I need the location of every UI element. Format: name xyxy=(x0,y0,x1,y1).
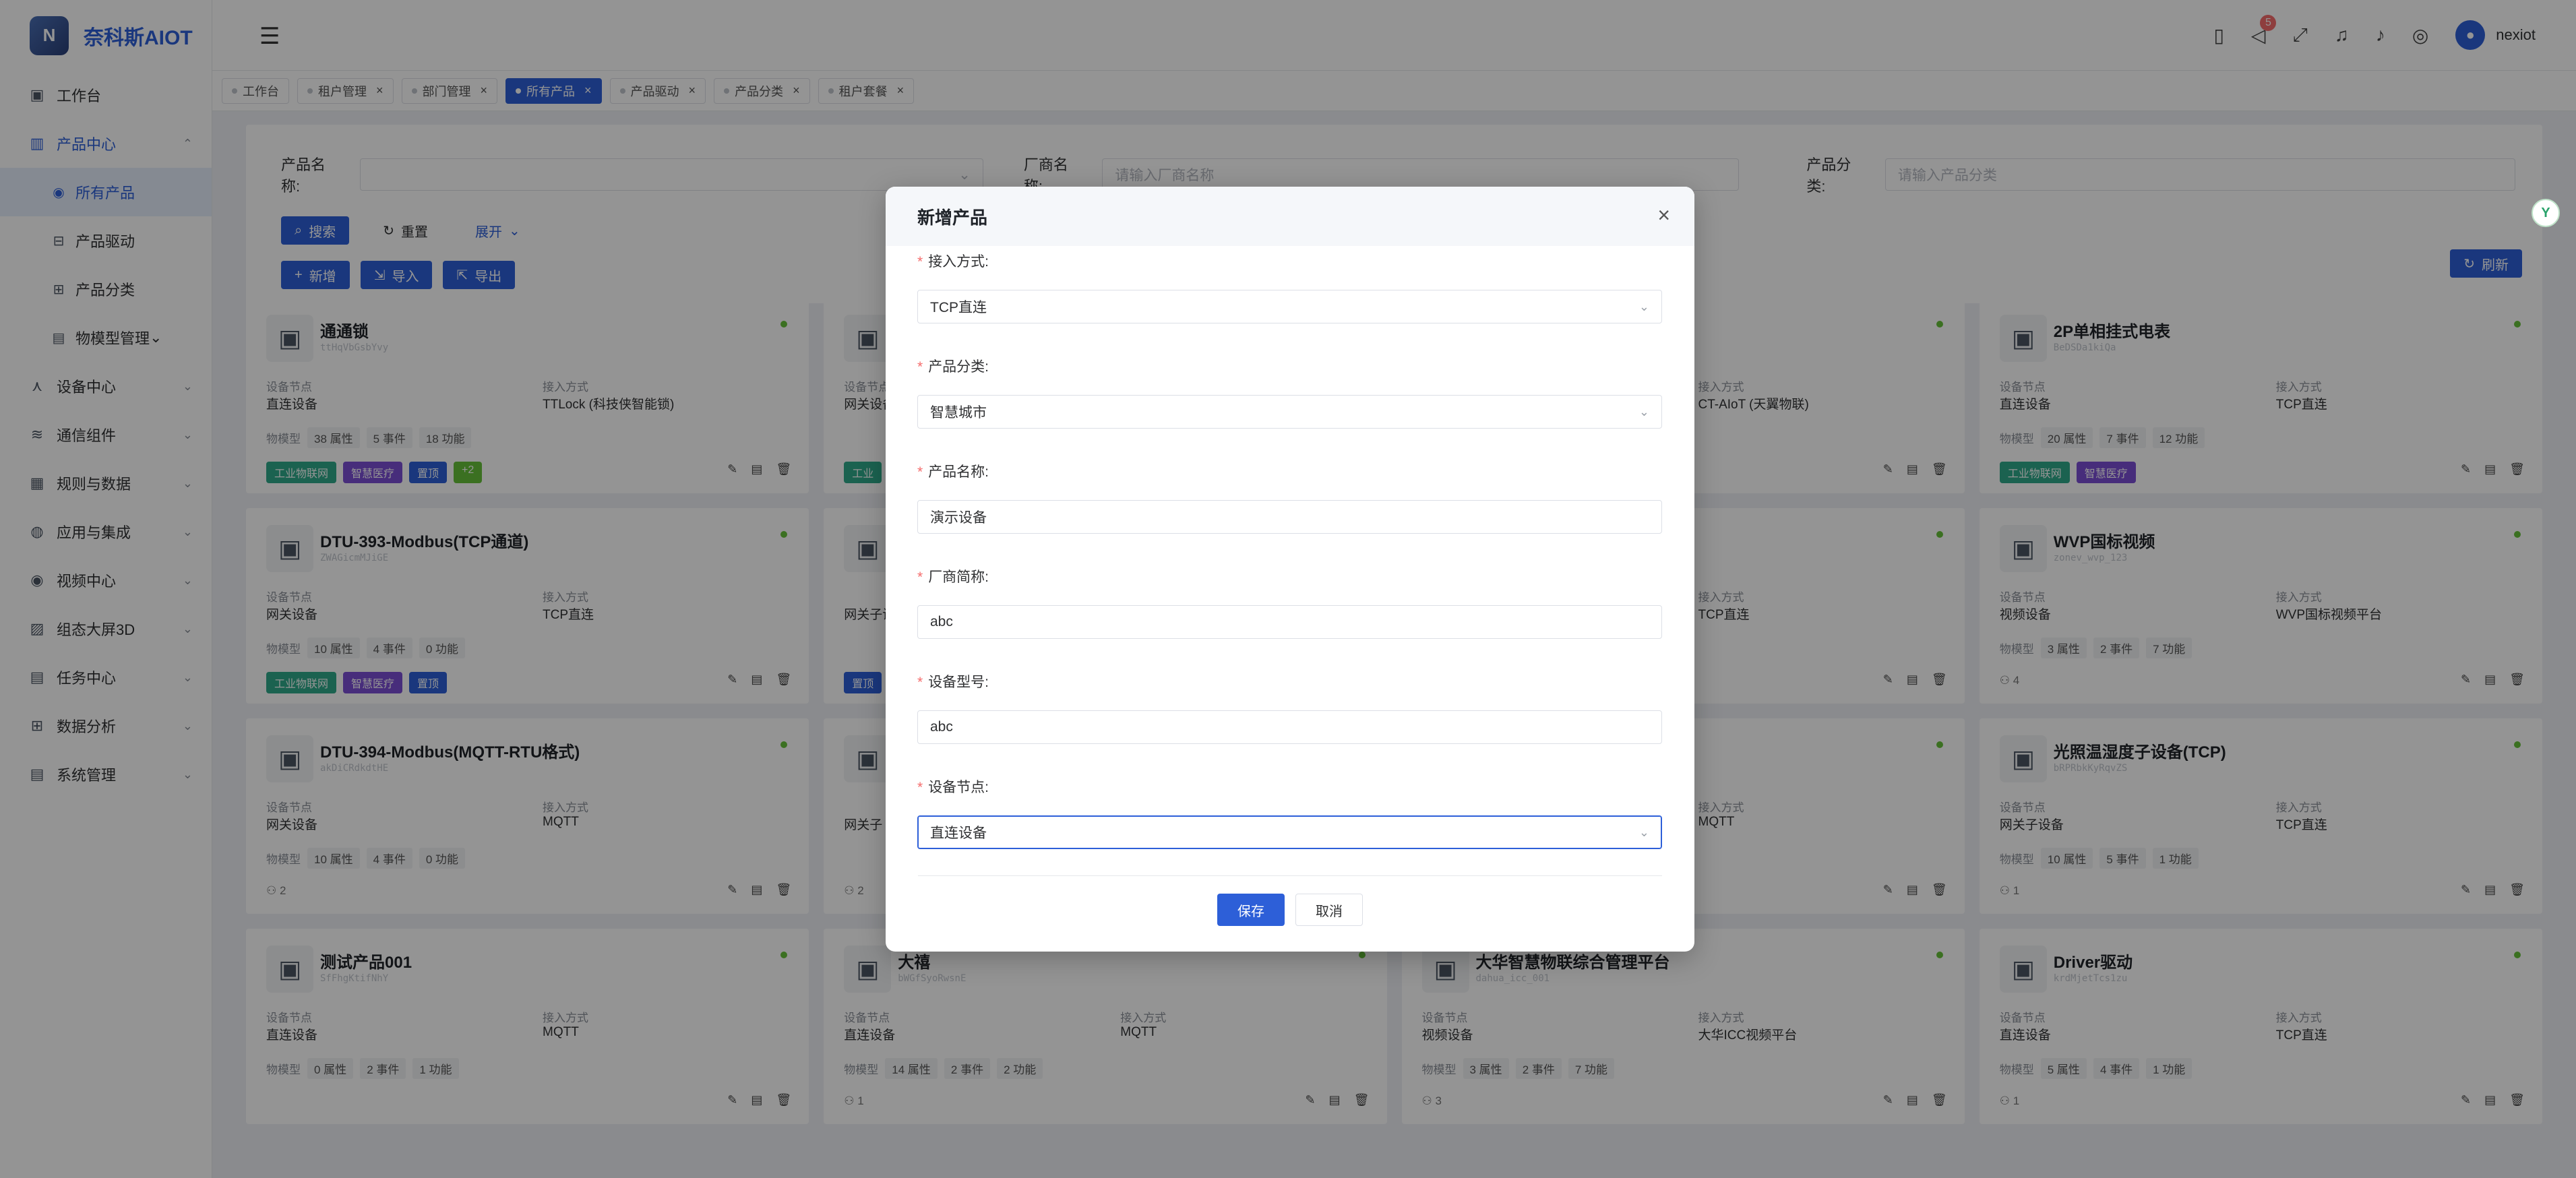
assistant-float-icon[interactable]: Y xyxy=(2532,199,2560,227)
form-item-5: * 设备节点: 直连设备 ⌄ xyxy=(917,775,1662,880)
field-label-text: 产品分类: xyxy=(928,359,989,375)
field-label: * 接入方式: xyxy=(917,251,989,271)
form-item-0: * 接入方式: TCP直连 ⌄ xyxy=(917,249,1662,354)
field-value: 直连设备 xyxy=(930,826,987,841)
dialog-divider xyxy=(918,875,1662,876)
save-button[interactable]: 保存 xyxy=(1217,894,1285,926)
form-item-3: * 厂商简称: abc xyxy=(917,565,1662,670)
chevron-down-icon: ⌄ xyxy=(1638,404,1649,418)
field-label: * 厂商简称: xyxy=(917,566,989,586)
field-label: * 产品分类: xyxy=(917,356,989,376)
required-asterisk: * xyxy=(917,464,923,480)
form-item-1: * 产品分类: 智慧城市 ⌄ xyxy=(917,354,1662,460)
form-item-2: * 产品名称: 演示设备 xyxy=(917,460,1662,565)
field-label-text: 设备型号: xyxy=(928,675,989,690)
form-select[interactable]: TCP直连 ⌄ xyxy=(917,290,1662,323)
field-value: abc xyxy=(930,719,953,735)
cancel-button[interactable]: 取消 xyxy=(1295,894,1363,926)
form-select[interactable]: 智慧城市 ⌄ xyxy=(917,395,1662,429)
field-label: * 设备型号: xyxy=(917,671,989,691)
dialog-header: 新增产品 xyxy=(886,187,1694,246)
field-value: TCP直连 xyxy=(930,300,987,315)
required-asterisk: * xyxy=(917,569,923,585)
field-value: 智慧城市 xyxy=(930,405,987,421)
chevron-down-icon: ⌄ xyxy=(1638,299,1649,313)
dialog-title: 新增产品 xyxy=(917,207,988,228)
dialog-footer: 保存 取消 xyxy=(886,894,1694,926)
field-value: abc xyxy=(930,614,953,629)
form-select[interactable]: 直连设备 ⌄ xyxy=(917,815,1662,849)
field-label-text: 产品名称: xyxy=(928,464,989,480)
close-icon[interactable]: × xyxy=(1657,203,1670,228)
required-asterisk: * xyxy=(917,675,923,690)
required-asterisk: * xyxy=(917,359,923,375)
add-product-form: * 接入方式: TCP直连 ⌄ * 产品分类: 智慧城市 ⌄ * 产品名称: 演示设备 * 厂商简称: a… xyxy=(886,249,1694,880)
form-input[interactable]: abc xyxy=(917,605,1662,639)
required-asterisk: * xyxy=(917,254,923,270)
field-label-text: 接入方式: xyxy=(928,254,989,270)
field-label-text: 厂商简称: xyxy=(928,569,989,585)
field-label: * 设备节点: xyxy=(917,776,989,797)
field-value: 演示设备 xyxy=(930,510,987,526)
field-label: * 产品名称: xyxy=(917,461,989,481)
form-item-4: * 设备型号: abc xyxy=(917,670,1662,775)
required-asterisk: * xyxy=(917,780,923,795)
field-label-text: 设备节点: xyxy=(928,780,989,795)
form-input[interactable]: 演示设备 xyxy=(917,500,1662,534)
chevron-down-icon: ⌄ xyxy=(1638,825,1649,839)
add-product-dialog: 新增产品 × * 接入方式: TCP直连 ⌄ * 产品分类: 智慧城市 ⌄ * 产品名称: 演示设备… xyxy=(886,187,1694,952)
form-input[interactable]: abc xyxy=(917,710,1662,744)
